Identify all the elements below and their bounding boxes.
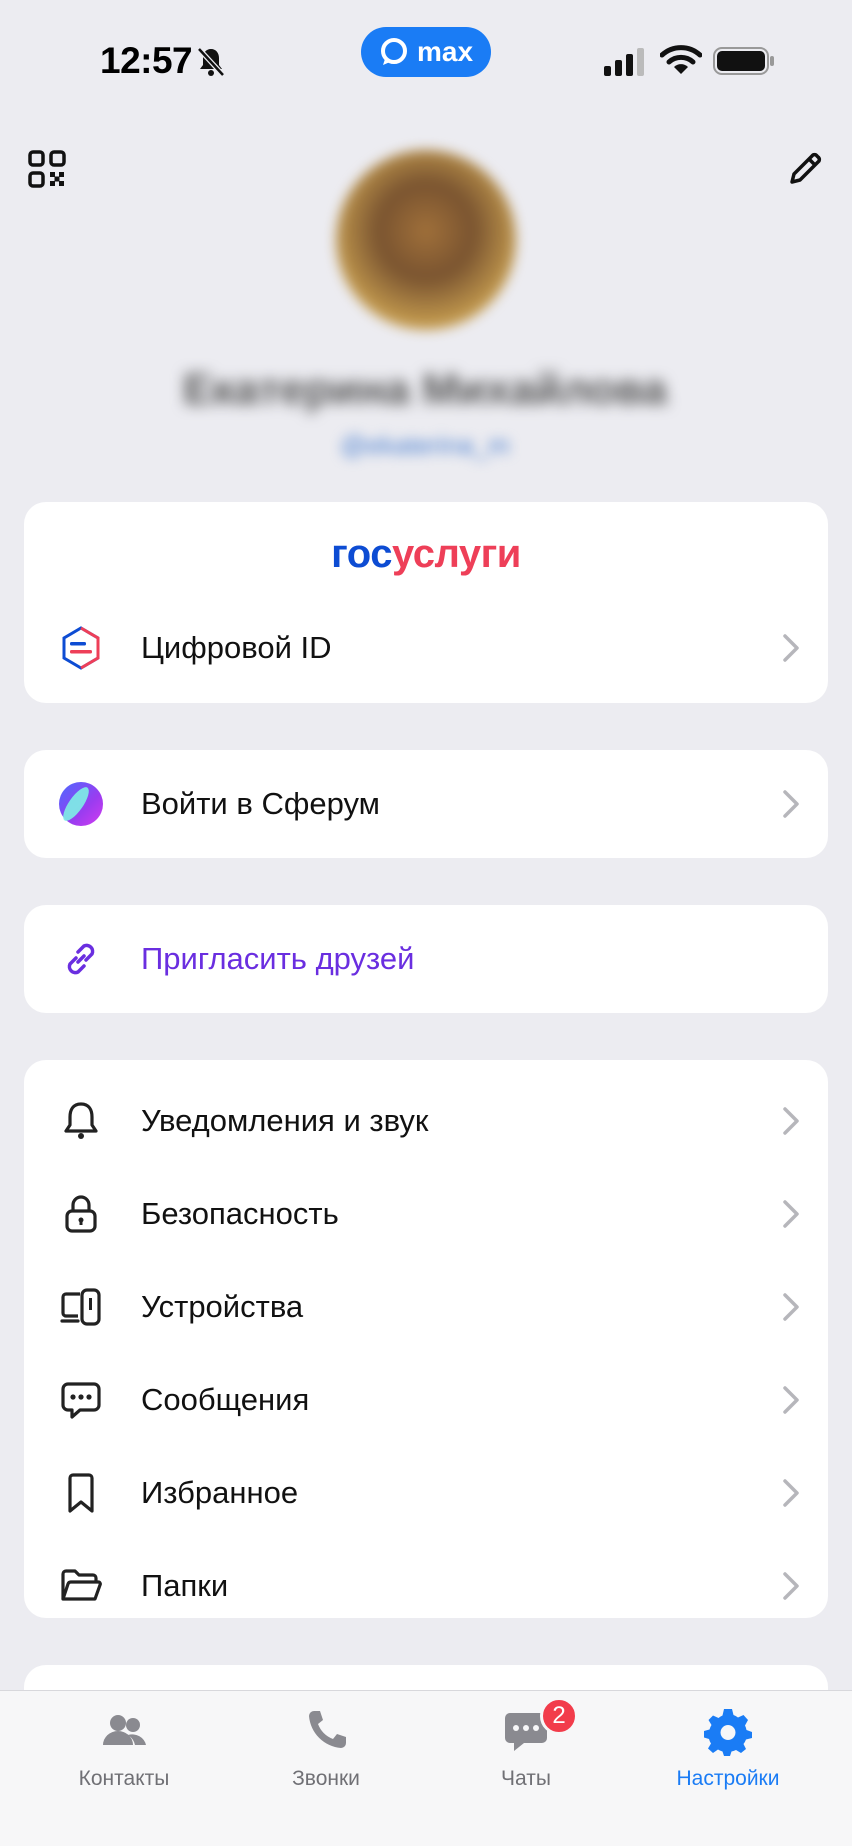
message-icon [54,1373,108,1427]
bookmark-icon [54,1466,108,1520]
wifi-icon [660,45,702,74]
status-bar: 12:57 max [0,0,852,110]
link-icon [54,932,108,986]
settings-item-label: Избранное [141,1474,299,1510]
settings-item-folders[interactable]: Папки [24,1539,828,1618]
sferum-row[interactable]: Войти в Сферум [24,750,828,858]
tab-settings[interactable]: Настройки [638,1705,818,1791]
settings-item-favorites[interactable]: Избранное [24,1446,828,1539]
max-logo-icon [380,38,407,65]
qr-code-button[interactable] [28,150,66,188]
profile-username[interactable]: @ekaterina_m [300,430,550,461]
phone-icon [309,1711,346,1748]
max-pill-label: max [416,36,474,67]
bell-icon [54,1094,108,1148]
chevron-right-icon [783,1199,799,1228]
tab-label: Контакты [78,1767,170,1790]
max-app-pill[interactable]: max [361,27,491,77]
avatar[interactable] [336,150,516,330]
sferum-label: Войти в Сферум [141,786,380,821]
invite-friends-label: Пригласить друзей [141,941,415,976]
gear-icon [704,1709,752,1756]
tab-label: Звонки [292,1767,360,1790]
digital-id-icon [54,621,108,675]
bottom-tab-bar: Контакты Звонки 2 Чаты Настройки [0,1690,852,1846]
settings-item-label: Безопасность [141,1195,339,1231]
gosuslugi-logo-part1: гос [331,532,392,576]
chevron-right-icon [783,1571,799,1600]
tab-calls[interactable]: Звонки [236,1705,416,1791]
settings-item-label: Устройства [141,1288,304,1324]
signal-icon [604,48,644,76]
sferum-logo-icon [54,777,108,831]
chevron-right-icon [783,1292,799,1321]
sferum-card: Войти в Сферум [24,750,828,858]
settings-list-card: Уведомления и звук Безопасность Устройст… [24,1060,828,1618]
chevron-right-icon [783,1385,799,1414]
profile-name: Екатерина Михайлова [183,365,667,414]
settings-item-devices[interactable]: Устройства [24,1260,828,1353]
digital-id-row[interactable]: Цифровой ID [24,592,828,703]
settings-item-label: Сообщения [141,1381,310,1417]
chevron-right-icon [783,633,799,662]
invite-card: Пригласить друзей [24,905,828,1013]
chevron-right-icon [783,1106,799,1135]
tab-label: Чаты [501,1767,551,1790]
settings-item-security[interactable]: Безопасность [24,1167,828,1260]
settings-item-messages[interactable]: Сообщения [24,1353,828,1446]
gosuslugi-logo-part2: услуги [391,532,521,576]
contacts-icon [103,1715,146,1745]
devices-icon [54,1280,108,1334]
tab-contacts[interactable]: Контакты [34,1705,214,1791]
settings-item-label: Уведомления и звук [141,1102,429,1138]
tab-label: Настройки [676,1767,780,1790]
settings-item-label: Папки [141,1567,229,1603]
lock-icon [54,1187,108,1241]
settings-item-notifications[interactable]: Уведомления и звук [24,1074,828,1167]
gosuslugi-card: госуслуги Цифровой ID [24,502,828,703]
edit-pencil-button[interactable] [784,150,824,190]
chevron-right-icon [783,790,799,818]
invite-friends-row[interactable]: Пригласить друзей [24,905,828,1013]
bell-off-icon [197,47,225,77]
status-time: 12:57 [100,40,193,81]
folder-icon [54,1559,108,1613]
gosuslugi-logo: госуслуги [24,502,828,592]
unread-badge: 2 [540,1697,578,1735]
battery-icon [713,47,774,75]
chevron-right-icon [783,1478,799,1507]
digital-id-label: Цифровой ID [141,629,332,665]
tab-chats[interactable]: 2 Чаты [436,1697,616,1791]
